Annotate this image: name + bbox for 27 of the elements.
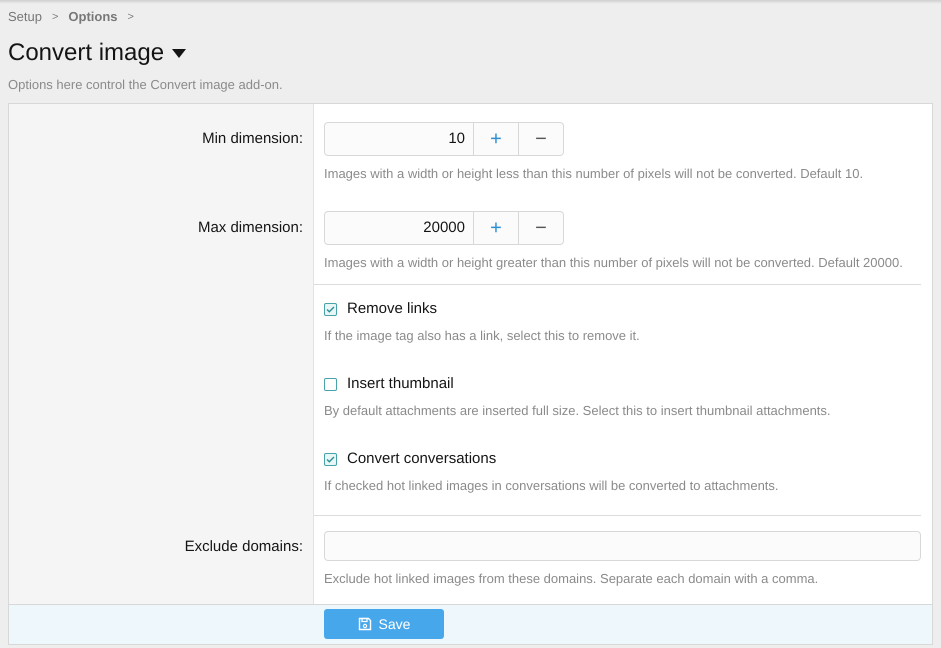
hint-text: By default attachments are inserted full size. Select this to insert thumbnail attachments. [324,402,832,420]
hint-text: Images with a width or height less than this number of pixels will not be converted. Default 10. [324,164,864,183]
field-label: Max dimension: [198,218,303,238]
text-input[interactable] [324,530,921,561]
number-input[interactable]: 10 [324,122,474,156]
hint-text: Exclude hot linked images from these domains. Separate each domain with a comma. [324,570,820,588]
hint-text: Images with a width or height greater than this number of pixels will not be converted. Default 20000. [324,254,904,272]
checkbox-label[interactable]: Remove links [347,298,438,321]
decrement-button[interactable]: − [519,210,564,244]
number-input[interactable]: 20000 [324,210,474,244]
field-label: Exclude domains: [184,536,303,556]
breadcrumb-link[interactable]: Options [68,7,118,27]
breadcrumb-separator: > [52,10,58,25]
breadcrumb-link[interactable]: Setup [8,7,42,27]
checkbox[interactable] [324,453,337,466]
page-title: Convert image [8,38,164,68]
hint-text: If the image tag also has a link, select this to remove it. [324,326,641,345]
decrement-button[interactable]: − [519,122,564,156]
checkbox-label[interactable]: Convert conversations [347,448,496,471]
hint-text: If checked hot linked images in conversations will be converted to attachments. [324,476,780,495]
breadcrumb-separator: > [128,10,134,25]
caret-icon[interactable] [172,48,186,58]
checkbox[interactable] [324,303,337,316]
field-label: Min dimension: [202,128,303,148]
checkbox-label[interactable]: Insert thumbnail [347,373,454,396]
checkbox[interactable] [324,378,337,391]
page-description: Options here control the Convert image add-on. [8,76,284,94]
